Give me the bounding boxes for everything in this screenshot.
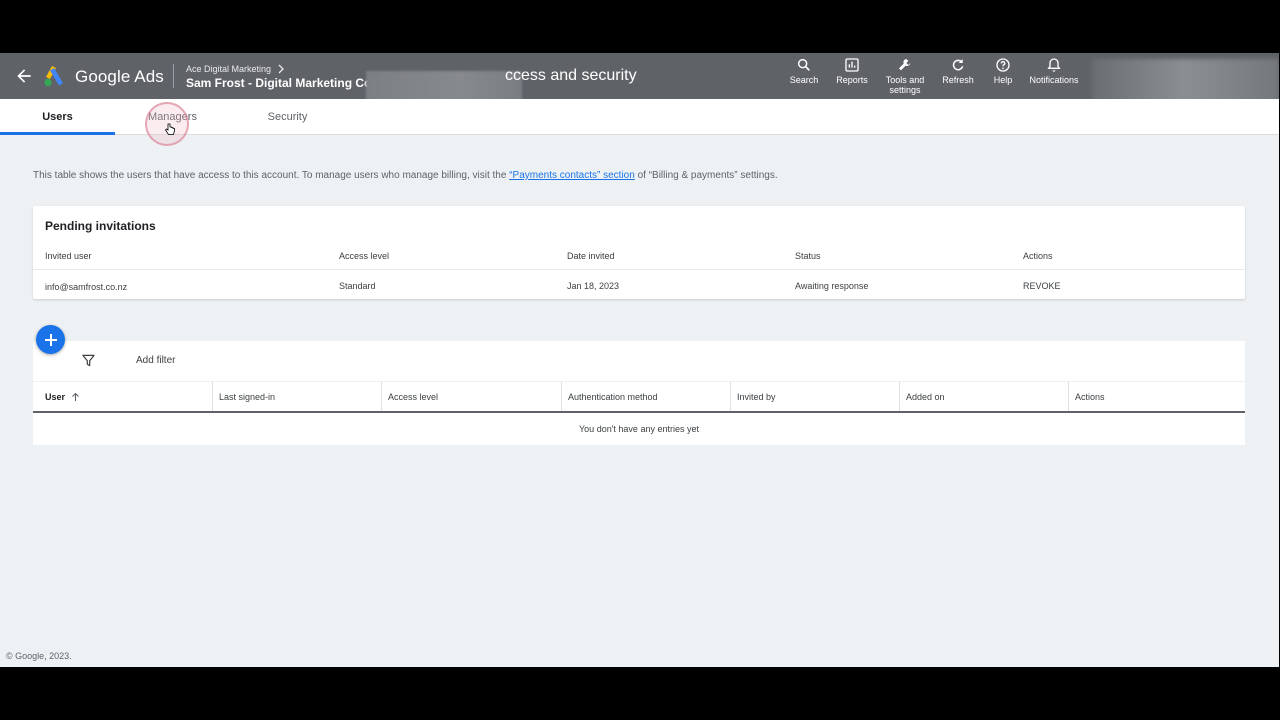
tab-users-label: Users (42, 110, 73, 123)
column-header-invited-by-label: Invited by (737, 391, 776, 402)
help-icon (996, 58, 1010, 72)
column-header-last-signed-in-label: Last signed-in (219, 391, 276, 402)
payments-contacts-link[interactable]: “Payments contacts” section (509, 170, 635, 181)
help-button[interactable]: Help (990, 57, 1016, 85)
column-header-date-invited: Date invited (567, 251, 615, 261)
help-label: Help (993, 75, 1013, 85)
refresh-button[interactable]: Refresh (941, 57, 975, 85)
pending-invitations-card: Pending invitations Invited user Access … (33, 206, 1245, 299)
reports-button[interactable]: Reports (834, 57, 870, 85)
reports-icon (845, 58, 859, 72)
notifications-label: Notifications (1029, 75, 1079, 85)
back-arrow-icon[interactable] (14, 66, 34, 86)
empty-state-message: You don't have any entries yet (579, 424, 699, 434)
info-text-before: This table shows the users that have acc… (33, 170, 510, 181)
invited-access-level: Standard (339, 281, 376, 291)
row-divider (33, 269, 1245, 270)
account-parent-label: Ace Digital Marketing (186, 64, 272, 74)
page-title: ccess and security (505, 67, 637, 84)
users-table: User Last signed-in Access level Authent… (33, 382, 1245, 445)
column-header-user[interactable]: User (33, 382, 213, 411)
refresh-icon (952, 59, 964, 71)
column-header-actions-users-label: Actions (1075, 391, 1105, 402)
tools-and-settings-label: Tools and settings (885, 75, 925, 95)
column-header-actions-users[interactable]: Actions (1069, 382, 1245, 411)
footer-copyright: © Google, 2023. (6, 651, 72, 661)
plus-icon (44, 333, 57, 346)
invited-date: Jan 18, 2023 (567, 281, 620, 291)
column-header-actions: Actions (1023, 251, 1053, 261)
notifications-button[interactable]: Notifications (1026, 57, 1082, 85)
hand-cursor-icon (165, 123, 175, 135)
column-header-added-on[interactable]: Added on (900, 382, 1069, 411)
column-header-access-level-users[interactable]: Access level (382, 382, 562, 411)
column-header-authentication-method[interactable]: Authentication method (562, 382, 731, 411)
tab-bar: Users Managers Security (0, 99, 1279, 135)
tools-and-settings-button[interactable]: Tools and settings (882, 57, 928, 95)
column-header-authentication-method-label: Authentication method (568, 391, 658, 402)
invitation-status: Awaiting response (795, 281, 869, 291)
revoke-button[interactable]: REVOKE (1023, 281, 1061, 291)
search-label: Search (789, 75, 819, 85)
add-user-button[interactable] (36, 325, 65, 354)
filter-icon[interactable] (82, 354, 95, 367)
app-window: Google Ads Ace Digital Marketing Sam Fro… (0, 53, 1279, 667)
column-header-access-level-users-label: Access level (388, 391, 439, 402)
column-header-invited-by[interactable]: Invited by (731, 382, 900, 411)
account-name[interactable]: Sam Frost - Digital Marketing Cor (186, 76, 368, 90)
invited-user-email: info@samfrost.co.nz (45, 282, 128, 292)
sort-arrow-up-icon (72, 392, 79, 401)
table-header-divider (33, 411, 1245, 413)
column-header-invited-user: Invited user (45, 251, 92, 261)
account-breadcrumb[interactable]: Ace Digital Marketing (186, 64, 285, 74)
filter-bar: Add filter (33, 341, 1245, 381)
brand-name: Google Ads (75, 67, 164, 86)
redacted-account-region (1092, 59, 1279, 103)
reports-label: Reports (836, 75, 868, 85)
top-app-bar: Google Ads Ace Digital Marketing Sam Fro… (0, 53, 1279, 105)
search-icon (797, 58, 810, 71)
refresh-label: Refresh (942, 75, 974, 85)
tab-security-label: Security (267, 110, 308, 123)
column-header-last-signed-in[interactable]: Last signed-in (213, 382, 382, 411)
bell-icon (1047, 58, 1061, 72)
google-ads-logo-icon[interactable] (43, 65, 67, 87)
column-header-added-on-label: Added on (906, 391, 945, 402)
column-header-user-label: User (45, 391, 66, 402)
tab-security[interactable]: Security (230, 99, 345, 134)
search-button[interactable]: Search (790, 57, 818, 85)
column-header-access-level: Access level (339, 251, 390, 261)
info-text: This table shows the users that have acc… (33, 170, 778, 181)
add-filter-button[interactable]: Add filter (136, 355, 175, 366)
column-header-status: Status (795, 251, 821, 261)
chevron-right-icon (278, 64, 284, 74)
pending-invitations-title: Pending invitations (45, 219, 156, 233)
info-text-after: of “Billing & payments” settings. (634, 170, 778, 181)
tab-users[interactable]: Users (0, 99, 115, 135)
wrench-icon (899, 59, 911, 71)
header-divider (173, 64, 174, 88)
